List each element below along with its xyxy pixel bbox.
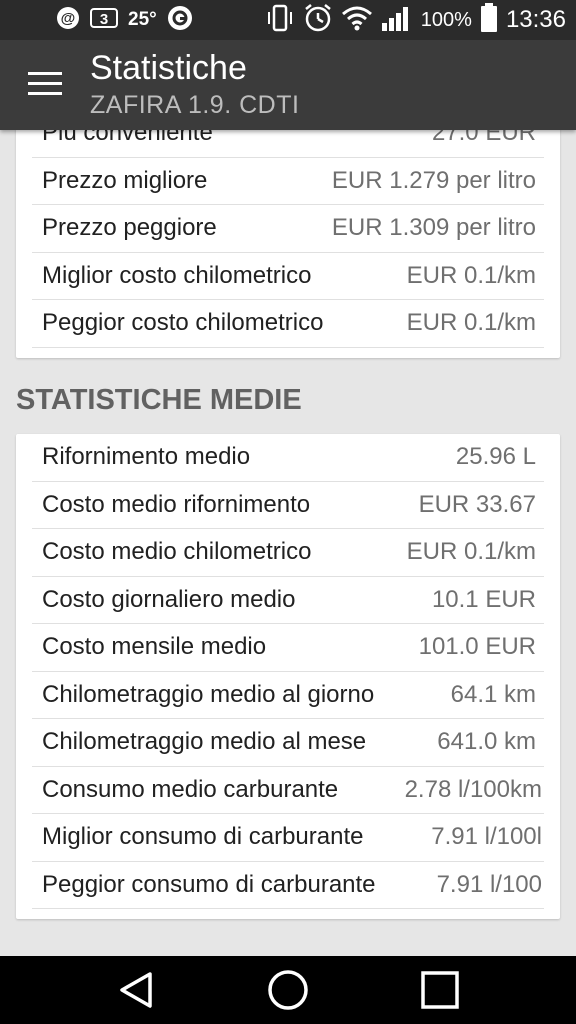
- stat-label: Miglior costo chilometrico: [42, 261, 312, 289]
- status-bar-right: 100% 13:36: [265, 2, 566, 38]
- stat-label: Costo mensile medio: [42, 633, 267, 660]
- stat-row: Chilometraggio medio al giorno 64.1 km: [32, 672, 544, 719]
- stat-value: 2.78 l/100km: [404, 775, 542, 803]
- stat-row: Costo giornaliero medio 10.1 EUR: [32, 577, 544, 624]
- stat-value: EUR 1.279 per litro: [331, 166, 536, 194]
- battery-icon: [480, 2, 498, 38]
- stat-label: Miglior consumo di carburante: [42, 823, 364, 850]
- status-bar: @ 3 25° 100% 13:36: [0, 0, 576, 40]
- stats-card-average: Rifornimento medio 25.96 L Costo medio r…: [16, 434, 560, 919]
- stat-value: 64.1 km: [450, 680, 536, 708]
- stat-value: 101.0 EUR: [418, 633, 536, 660]
- stat-value: 641.0 km: [437, 728, 536, 755]
- vibrate-icon: [265, 3, 295, 38]
- stat-row: Costo medio rifornimento EUR 33.67: [32, 482, 544, 529]
- stat-label: Chilometraggio medio al giorno: [42, 680, 375, 708]
- stat-label: Peggior consumo di carburante: [42, 870, 376, 898]
- temperature-text: 25°: [128, 9, 157, 30]
- g-icon: [167, 5, 193, 36]
- app-bar: Statistiche ZAFIRA 1.9. CDTI: [0, 40, 576, 130]
- stat-value: 10.1 EUR: [431, 585, 536, 613]
- stat-row: Costo mensile medio 101.0 EUR: [32, 624, 544, 672]
- stat-label: Rifornimento medio: [42, 443, 251, 470]
- stat-label: Costo giornaliero medio: [42, 585, 296, 613]
- stat-value: EUR 0.1/km: [406, 309, 536, 336]
- stat-value: EUR 33.67: [418, 490, 536, 518]
- stat-value: EUR 0.1/km: [406, 261, 536, 289]
- svg-text:@: @: [61, 10, 76, 27]
- stat-value: 25.96 L: [455, 443, 536, 470]
- menu-icon[interactable]: [28, 72, 62, 98]
- stat-value: EUR 1.309 per litro: [331, 214, 536, 241]
- stat-label: Peggior costo chilometrico: [42, 309, 324, 336]
- stat-label: Costo medio rifornimento: [42, 490, 311, 518]
- stat-label: Prezzo peggiore: [42, 214, 217, 241]
- three-icon: 3: [90, 6, 118, 35]
- stat-label: Consumo medio carburante: [42, 775, 339, 803]
- stat-value: 7.91 l/100: [436, 870, 542, 898]
- page-title: Statistiche: [90, 49, 247, 87]
- stat-row: Prezzo migliore EUR 1.279 per litro: [32, 158, 544, 205]
- stat-row: Rifornimento medio 25.96 L: [32, 434, 544, 482]
- alarm-icon: [303, 3, 333, 38]
- at-icon: @: [56, 6, 80, 35]
- stat-value: 7.91 l/100l: [431, 823, 542, 850]
- stat-label: Chilometraggio medio al mese: [42, 728, 367, 755]
- recents-icon[interactable]: [410, 966, 470, 1014]
- svg-text:3: 3: [100, 11, 108, 28]
- stat-value: EUR 0.1/km: [406, 538, 536, 565]
- stat-label: Prezzo migliore: [42, 166, 208, 194]
- stat-label: Costo medio chilometrico: [42, 538, 312, 565]
- status-bar-left: @ 3 25°: [56, 5, 193, 36]
- navigation-bar: [0, 956, 576, 1024]
- stat-row: Peggior consumo di carburante 7.91 l/100: [32, 862, 544, 909]
- home-icon[interactable]: [258, 966, 318, 1014]
- wifi-icon: [341, 4, 373, 37]
- stat-row: Consumo medio carburante 2.78 l/100km: [32, 767, 544, 814]
- stat-row: Miglior consumo di carburante 7.91 l/100…: [32, 814, 544, 862]
- stat-row: Miglior costo chilometrico EUR 0.1/km: [32, 253, 544, 300]
- signal-icon: [381, 3, 413, 38]
- stat-row: Peggior costo chilometrico EUR 0.1/km: [32, 300, 544, 348]
- stat-row: Costo medio chilometrico EUR 0.1/km: [32, 529, 544, 577]
- stat-row: Prezzo peggiore EUR 1.309 per litro: [32, 205, 544, 253]
- battery-percent: 100%: [420, 8, 472, 31]
- back-icon[interactable]: [106, 966, 166, 1014]
- stat-row: Chilometraggio medio al mese 641.0 km: [32, 719, 544, 767]
- clock-time: 13:36: [505, 6, 566, 33]
- vehicle-selector[interactable]: ZAFIRA 1.9. CDTI: [90, 90, 299, 120]
- stats-card-top: Più conveniente 27.0 EUR Prezzo migliore…: [16, 110, 560, 358]
- section-title: STATISTICHE MEDIE: [16, 384, 302, 416]
